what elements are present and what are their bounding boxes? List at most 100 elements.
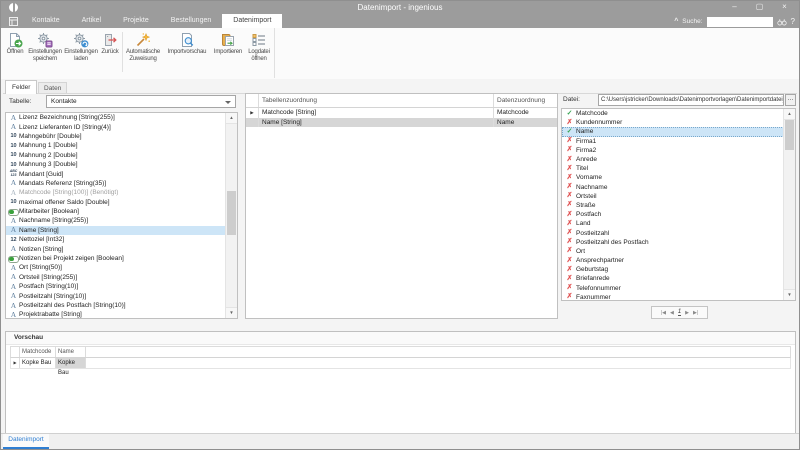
app-menu-icon[interactable]	[6, 14, 21, 28]
fields-scrollbar[interactable]: ▲ ▼	[225, 113, 237, 318]
oeffnen-button[interactable]: Öffnen	[3, 30, 27, 76]
browse-button[interactable]: …	[785, 94, 796, 106]
minimize-button[interactable]: –	[722, 1, 747, 14]
tab-artikel[interactable]: Artikel	[71, 14, 112, 28]
pager-next-button[interactable]: ▶	[685, 310, 689, 316]
column-item[interactable]: ✓Matchcode	[562, 109, 784, 118]
search-input[interactable]	[707, 17, 773, 27]
pager-current-page[interactable]: 1	[678, 309, 681, 317]
pager-first-button[interactable]: |◀	[661, 310, 666, 316]
collapse-ribbon-button[interactable]: ^	[674, 18, 678, 25]
footer-tab-bar: Datenimport	[1, 433, 799, 449]
string-type-icon: A	[8, 114, 19, 122]
einstellungen-laden-button[interactable]: Einstellungen laden	[63, 30, 99, 76]
field-list-item[interactable]: APostfach [String(10)]	[6, 282, 226, 291]
column-item[interactable]: ✗Land	[562, 219, 784, 228]
field-list-item[interactable]: ABC123Mandant [Guid]	[6, 169, 226, 178]
cross-icon: ✗	[565, 119, 574, 127]
scroll-down-icon[interactable]: ▼	[226, 307, 237, 318]
column-item[interactable]: ✗Postleitzahl	[562, 228, 784, 237]
column-item[interactable]: ✗Geburtstag	[562, 265, 784, 274]
mapping-grid-header: Tabellenzuordnung Datenzuordnung	[246, 94, 557, 108]
mapping-row-selected[interactable]: Name [String] Name	[246, 118, 557, 128]
zurueck-button[interactable]: Zurück	[99, 30, 121, 76]
field-list-item[interactable]: Notizen bei Projekt zeigen [Boolean]	[6, 254, 226, 263]
tab-projekte[interactable]: Projekte	[112, 14, 160, 28]
field-list-item[interactable]: 10Mahnung 1 [Double]	[6, 141, 226, 150]
scroll-down-icon[interactable]: ▼	[784, 289, 795, 300]
column-item[interactable]: ✗Briefanrede	[562, 274, 784, 283]
datei-path-input[interactable]: C:\Users\jstricker\Downloads\Datenimport…	[598, 94, 784, 106]
load-settings-icon	[73, 30, 89, 48]
automatische-zuweisung-button[interactable]: Automatische Zuweisung	[123, 30, 163, 76]
column-item[interactable]: ✗Firma1	[562, 137, 784, 146]
field-list-item[interactable]: ALizenz Lieferanten ID [String(4)]	[6, 122, 226, 131]
string-type-icon: A	[8, 264, 19, 272]
scrollbar-thumb[interactable]	[227, 191, 236, 235]
field-list-item[interactable]: ANotizen [String]	[6, 244, 226, 253]
importvorschau-button[interactable]: Importvorschau	[163, 30, 211, 76]
cross-icon: ✗	[565, 137, 574, 145]
tab-felder[interactable]: Felder	[5, 80, 37, 94]
field-list-item[interactable]: AMandats Referenz [String(35)]	[6, 179, 226, 188]
preview-column-name[interactable]: Name	[56, 347, 86, 357]
field-list-item-disabled[interactable]: AMatchcode [String(100)] (Benötigt)	[6, 188, 226, 197]
preview-row[interactable]: ▶ Kopke Bau Kopke Bau	[10, 358, 791, 369]
column-item[interactable]: ✗Firma2	[562, 146, 784, 155]
einstellungen-speichern-button[interactable]: Einstellungen speichern	[27, 30, 63, 76]
column-item[interactable]: ✗Kundennummer	[562, 118, 784, 127]
mapping-row[interactable]: ▶ Matchcode [String] Matchcode	[246, 108, 557, 118]
field-list-item[interactable]: AOrtsteil [String(255)]	[6, 273, 226, 282]
column-item[interactable]: ✗Postleitzahl des Postfach	[562, 238, 784, 247]
preview-column-matchcode[interactable]: Matchcode	[20, 347, 56, 357]
field-list-item[interactable]: 10maximal offener Saldo [Double]	[6, 198, 226, 207]
tab-datenimport[interactable]: Datenimport	[222, 14, 282, 28]
column-item[interactable]: ✗Ort	[562, 247, 784, 256]
column-header-tabellenzuordnung[interactable]: Tabellenzuordnung	[259, 94, 494, 107]
string-type-icon: A	[8, 189, 19, 197]
field-list-item[interactable]: AOrt [String(50)]	[6, 263, 226, 272]
scroll-up-icon[interactable]: ▲	[784, 109, 795, 120]
tabelle-label: Tabelle:	[9, 98, 31, 105]
field-list-item[interactable]: ALizenz Bezeichnung [String(255)]	[6, 113, 226, 122]
column-header-datenzuordnung[interactable]: Datenzuordnung	[494, 94, 557, 107]
maximize-button[interactable]: ▢	[747, 1, 772, 14]
field-list-item[interactable]: ANachname [String(255)]	[6, 216, 226, 225]
row-indicator-column	[246, 94, 259, 107]
field-list-item[interactable]: 12Nettoziel [Int32]	[6, 235, 226, 244]
column-item[interactable]: ✗Telefonnummer	[562, 284, 784, 293]
pager-prev-button[interactable]: ◀	[670, 310, 674, 316]
cross-icon: ✗	[565, 211, 574, 219]
field-list-item[interactable]: 10Mahnung 3 [Double]	[6, 160, 226, 169]
field-list-item[interactable]: APostleitzahl des Postfach [String(10)]	[6, 301, 226, 310]
field-list-item[interactable]: APostleitzahl [String(10)]	[6, 291, 226, 300]
field-list-item[interactable]: 10Mahngebühr [Double]	[6, 132, 226, 141]
column-item[interactable]: ✗Nachname	[562, 183, 784, 192]
pager-last-button[interactable]: ▶|	[693, 310, 698, 316]
field-list-item[interactable]: AProjektrabatte [String]	[6, 310, 226, 319]
column-item[interactable]: ✗Anrede	[562, 155, 784, 164]
help-button[interactable]: ?	[791, 17, 795, 26]
column-item[interactable]: ✗Ansprechpartner	[562, 256, 784, 265]
column-item[interactable]: ✗Vorname	[562, 173, 784, 182]
column-item[interactable]: ✗Titel	[562, 164, 784, 173]
field-list-item[interactable]: 10Mahnung 2 [Double]	[6, 151, 226, 160]
columns-scrollbar[interactable]: ▲ ▼	[783, 109, 795, 300]
field-list-item-selected[interactable]: AName [String]	[6, 226, 226, 235]
field-list-item[interactable]: Mitarbeiter [Boolean]	[6, 207, 226, 216]
logdatei-oeffnen-button[interactable]: Logdatei öffnen	[245, 30, 273, 76]
column-item[interactable]: ✗Postfach	[562, 210, 784, 219]
tabelle-combobox[interactable]: Kontakte	[46, 95, 236, 108]
tab-kontakte[interactable]: Kontakte	[21, 14, 71, 28]
tab-bestellungen[interactable]: Bestellungen	[160, 14, 222, 28]
column-item-selected[interactable]: ✓Name	[562, 127, 784, 136]
column-item[interactable]: ✗Faxnummer	[562, 293, 784, 301]
column-item[interactable]: ✗Ortsteil	[562, 192, 784, 201]
scrollbar-thumb[interactable]	[785, 120, 794, 150]
scroll-up-icon[interactable]: ▲	[226, 113, 237, 124]
current-row-indicator-icon: ▶	[246, 108, 259, 118]
column-item[interactable]: ✗Straße	[562, 201, 784, 210]
importieren-button[interactable]: Importieren	[211, 30, 245, 76]
string-type-icon: A	[8, 217, 19, 225]
footer-tab-datenimport[interactable]: Datenimport	[3, 434, 49, 449]
